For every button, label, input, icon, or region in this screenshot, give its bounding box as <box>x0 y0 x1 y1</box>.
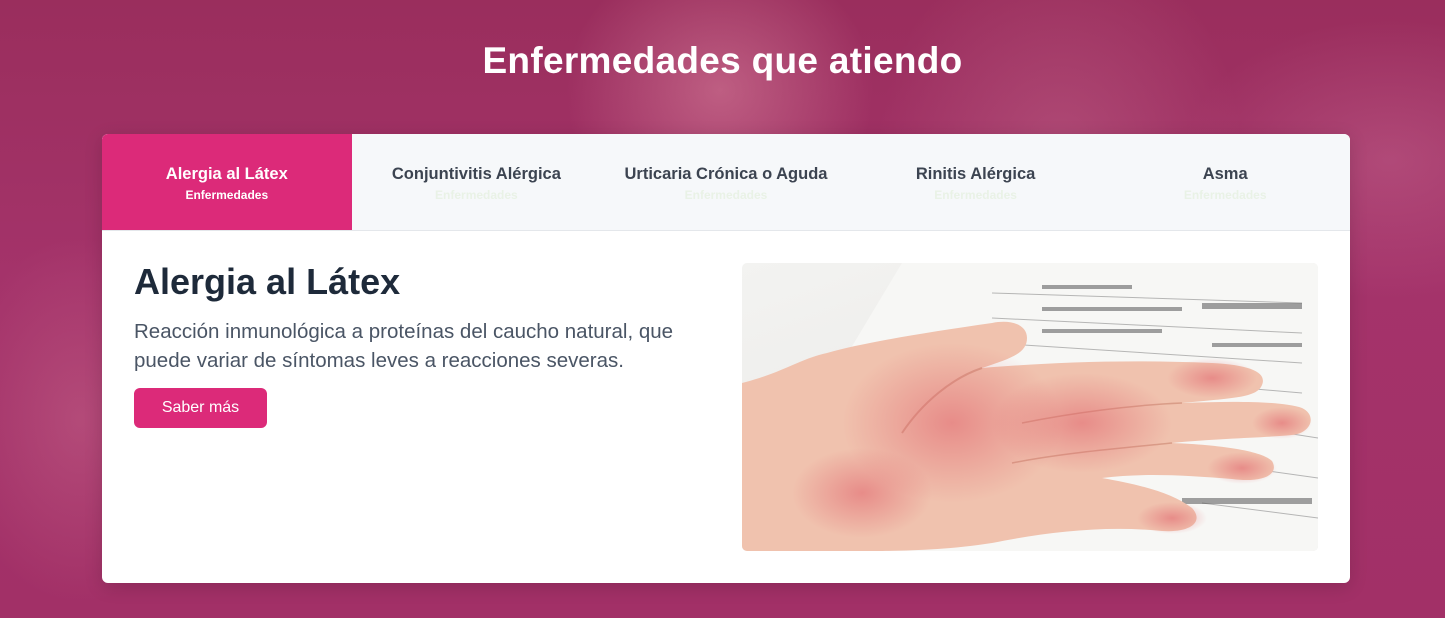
tab-sublabel: Enfermedades <box>1183 188 1267 202</box>
diseases-card: Alergia al Látex Enfermedades Conjuntivi… <box>102 134 1350 583</box>
tab-urticaria[interactable]: Urticaria Crónica o Aguda Enfermedades <box>601 134 851 230</box>
disease-title: Alergia al Látex <box>134 261 401 302</box>
tab-panel: Alergia al Látex Reacción inmunológica a… <box>102 231 1350 583</box>
tab-label: Conjuntivitis Alérgica <box>391 165 561 183</box>
section-title: Enfermedades que atiendo <box>482 40 963 81</box>
disease-photo <box>742 263 1318 551</box>
tab-alergia-latex[interactable]: Alergia al Látex Enfermedades <box>102 134 352 230</box>
tab-sublabel: Enfermedades <box>435 188 518 202</box>
disease-description: Reacción inmunológica a proteínas del ca… <box>134 320 674 372</box>
tab-label: Alergia al Látex <box>165 165 288 183</box>
tab-label: Asma <box>1202 165 1248 183</box>
tab-bar: Alergia al Látex Enfermedades Conjuntivi… <box>102 134 1350 231</box>
tab-label: Rinitis Alérgica <box>915 165 1036 183</box>
tab-label: Urticaria Crónica o Aguda <box>624 165 828 183</box>
tab-sublabel: Enfermedades <box>185 188 269 202</box>
tab-asma[interactable]: Asma Enfermedades <box>1100 134 1350 230</box>
tab-sublabel: Enfermedades <box>684 188 768 202</box>
hand-rash-illustration <box>742 263 1318 551</box>
tab-sublabel: Enfermedades <box>934 188 1017 202</box>
saber-mas-button[interactable]: Saber más <box>134 388 267 428</box>
tab-conjuntivitis-alergica[interactable]: Conjuntivitis Alérgica Enfermedades <box>352 134 602 230</box>
tab-rinitis-alergica[interactable]: Rinitis Alérgica Enfermedades <box>851 134 1101 230</box>
